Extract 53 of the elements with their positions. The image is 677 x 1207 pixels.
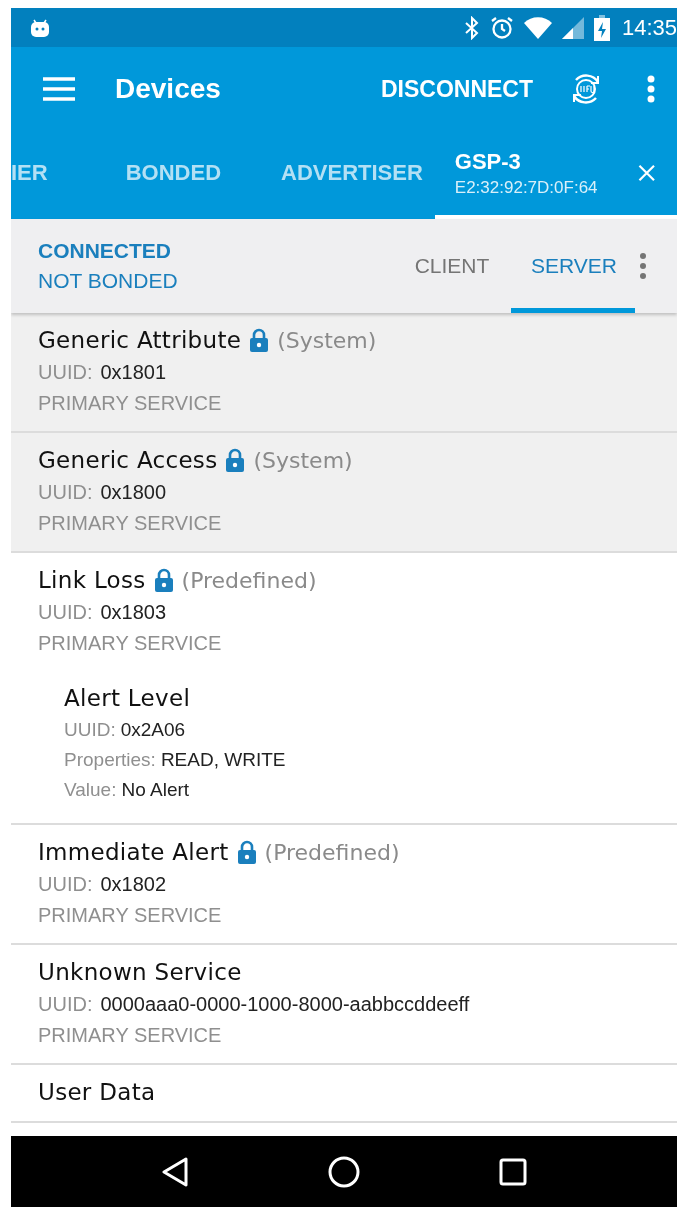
uuid-label: UUID: [38, 481, 93, 504]
characteristic-name: Alert Level [64, 685, 192, 711]
toolbar-title: Devices [115, 73, 222, 105]
field-value: No Alert [121, 779, 190, 801]
service-name: Generic Attribute [38, 327, 242, 353]
android-icon [29, 17, 51, 38]
uuid-label: UUID: [38, 873, 93, 896]
device-tab[interactable]: IER [11, 131, 78, 219]
service-name: Immediate Alert [38, 839, 229, 865]
service-name: User Data [38, 1079, 156, 1105]
service-tag: (Predefined) [181, 567, 317, 593]
more-menu-icon[interactable] [639, 252, 647, 280]
uuid-value: 0x1800 [100, 481, 167, 504]
service-type: PRIMARY SERVICE [38, 632, 223, 655]
field-value: READ, WRITE [160, 749, 286, 771]
uuid-label: UUID: [38, 993, 93, 1016]
service-type: PRIMARY SERVICE [38, 1024, 223, 1047]
recents-icon[interactable] [499, 1157, 528, 1186]
service-row[interactable]: Generic Access (System) UUID: 0x1800 PRIMARY SERVICE [11, 433, 677, 553]
wifi-icon [523, 16, 552, 39]
uuid-label: UUID: [38, 601, 93, 624]
uuid-value: 0x1803 [100, 601, 167, 624]
clock-time: 14:35 [621, 14, 677, 41]
field-label: Value: [64, 779, 117, 801]
field-label: Properties: [64, 749, 156, 771]
bluetooth-icon [463, 15, 480, 40]
alarm-icon [489, 15, 514, 40]
uuid-value: 0x1801 [100, 361, 167, 384]
service-name: Link Loss [38, 567, 146, 593]
signal-icon [561, 16, 584, 39]
service-type: PRIMARY SERVICE [38, 904, 223, 927]
back-icon[interactable] [160, 1156, 189, 1187]
battery-icon [593, 14, 610, 41]
field-value: 0x2A06 [120, 719, 186, 741]
disconnect-button[interactable]: DISCONNECT [374, 67, 539, 111]
uuid-label: UUID: [38, 361, 93, 384]
device-tab[interactable]: BONDED [77, 131, 252, 219]
service-tag: (System) [277, 327, 377, 353]
home-icon[interactable] [328, 1155, 360, 1188]
uuid-value: 0x1802 [100, 873, 167, 896]
bond-state: NOT BONDED [38, 269, 179, 293]
service-tag: (System) [253, 447, 353, 473]
service-row[interactable]: Generic Attribute (System) UUID: 0x1801 PRIMARY SERVICE [11, 313, 677, 433]
service-type: PRIMARY SERVICE [38, 392, 223, 415]
service-tag: (Predefined) [264, 839, 400, 865]
service-type: PRIMARY SERVICE [38, 512, 223, 535]
field-label: UUID: [64, 719, 116, 741]
uuid-value: 0000aaa0-0000-1000-8000-aabbccddeeff [100, 993, 470, 1016]
device-tab[interactable]: ADVERTISER [251, 131, 435, 219]
service-name: Generic Access [38, 447, 218, 473]
service-name: Unknown Service [38, 959, 242, 985]
connection-state: CONNECTED [38, 239, 172, 263]
mode-tab[interactable]: CLIENT [393, 219, 511, 313]
